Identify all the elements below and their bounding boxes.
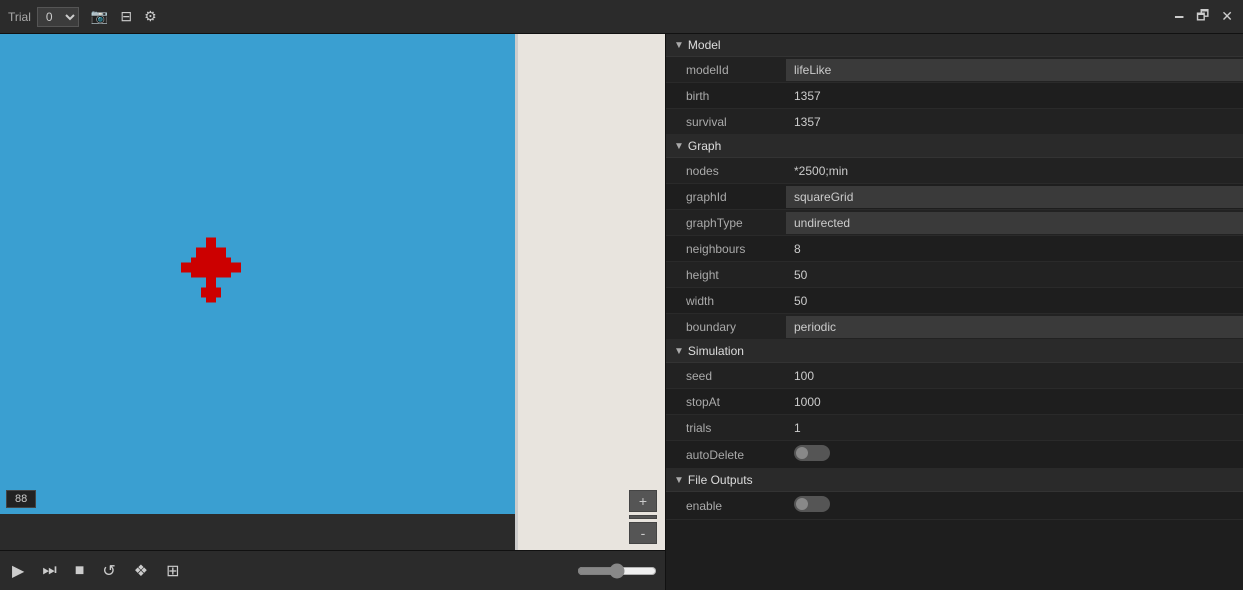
section-simulation-label: Simulation	[688, 344, 744, 358]
prop-label-boundary: boundary	[666, 316, 786, 338]
window-controls: 🗕 🗗 ✕	[1172, 3, 1235, 31]
left-panel: 88 + - ▶ ⏭ ■ ↺ ❖ ⊞	[0, 34, 665, 590]
trial-label: Trial	[8, 10, 31, 24]
prop-value-graphId[interactable]: squareGrid	[786, 186, 1243, 208]
top-bar: Trial 0 📷 ⊟ ⚙ 🗕 🗗 ✕	[0, 0, 1243, 34]
prop-value-height[interactable]: 50	[786, 264, 1243, 286]
prop-label-birth: birth	[666, 85, 786, 107]
prop-enable: enable	[666, 492, 1243, 520]
frame-counter: 88	[6, 490, 36, 508]
speed-slider-container	[577, 563, 657, 579]
speed-slider[interactable]	[577, 563, 657, 579]
main-content: 88 + - ▶ ⏭ ■ ↺ ❖ ⊞	[0, 34, 1243, 590]
right-panel: ▼ Model modelId lifeLike birth 1357 surv…	[665, 34, 1243, 590]
prop-trials: trials 1	[666, 415, 1243, 441]
zoom-separator	[629, 515, 657, 519]
prop-height: height 50	[666, 262, 1243, 288]
prop-label-autoDelete: autoDelete	[666, 444, 786, 466]
maximize-icon[interactable]: 🗗	[1194, 3, 1211, 31]
prop-value-stopAt[interactable]: 1000	[786, 391, 1243, 413]
prop-label-neighbours: neighbours	[666, 238, 786, 260]
prop-value-nodes[interactable]: *2500;min	[786, 160, 1243, 182]
prop-neighbours: neighbours 8	[666, 236, 1243, 262]
prop-value-modelId[interactable]: lifeLike	[786, 59, 1243, 81]
prop-modelId: modelId lifeLike	[666, 57, 1243, 83]
section-model-header[interactable]: ▼ Model	[666, 34, 1243, 57]
section-graph-header[interactable]: ▼ Graph	[666, 135, 1243, 158]
prop-label-survival: survival	[666, 111, 786, 133]
auto-delete-toggle[interactable]	[794, 445, 830, 461]
section-model-label: Model	[688, 38, 721, 52]
prop-autoDelete: autoDelete	[666, 441, 1243, 469]
prop-value-survival[interactable]: 1357	[786, 111, 1243, 133]
prop-label-stopAt: stopAt	[666, 391, 786, 413]
zoom-out-button[interactable]: -	[629, 522, 657, 544]
prop-label-width: width	[666, 290, 786, 312]
prop-value-width[interactable]: 50	[786, 290, 1243, 312]
grid-button[interactable]: ❖	[130, 559, 152, 583]
prop-value-neighbours[interactable]: 8	[786, 238, 1243, 260]
prop-value-boundary[interactable]: periodic	[786, 316, 1243, 338]
prop-label-seed: seed	[666, 365, 786, 387]
top-bar-icons: 📷 ⊟ ⚙	[89, 6, 159, 27]
prop-label-enable: enable	[666, 495, 786, 517]
prop-graphType: graphType undirected	[666, 210, 1243, 236]
divider-handle[interactable]	[515, 34, 518, 550]
reset-button[interactable]: ↺	[98, 559, 119, 583]
prop-graphId: graphId squareGrid	[666, 184, 1243, 210]
prop-value-graphType[interactable]: undirected	[786, 212, 1243, 234]
prop-boundary: boundary periodic	[666, 314, 1243, 340]
minimize-icon[interactable]: 🗕	[1172, 3, 1186, 31]
camera-icon[interactable]: 📷	[89, 6, 110, 27]
table-icon[interactable]: ⊟	[118, 6, 134, 27]
prop-width: width 50	[666, 288, 1243, 314]
prop-label-nodes: nodes	[666, 160, 786, 182]
prop-label-graphId: graphId	[666, 186, 786, 208]
table-button[interactable]: ⊞	[162, 559, 183, 583]
prop-value-seed[interactable]: 100	[786, 365, 1243, 387]
pixel-shape-svg	[176, 233, 256, 313]
canvas-area: 88 + -	[0, 34, 665, 550]
bottom-bar: ▶ ⏭ ■ ↺ ❖ ⊞	[0, 550, 665, 590]
prop-stopAt: stopAt 1000	[666, 389, 1243, 415]
pixel-art-shape	[176, 233, 256, 316]
prop-label-height: height	[666, 264, 786, 286]
section-simulation-header[interactable]: ▼ Simulation	[666, 340, 1243, 363]
section-fileoutputs-label: File Outputs	[688, 473, 753, 487]
model-arrow-icon: ▼	[674, 40, 684, 51]
prop-nodes: nodes *2500;min	[666, 158, 1243, 184]
zoom-in-button[interactable]: +	[629, 490, 657, 512]
gear-icon[interactable]: ⚙	[142, 6, 159, 27]
trial-select[interactable]: 0	[37, 7, 79, 27]
section-graph-label: Graph	[688, 139, 721, 153]
stop-button[interactable]: ■	[71, 560, 89, 582]
prop-value-trials[interactable]: 1	[786, 417, 1243, 439]
prop-label-modelId: modelId	[666, 59, 786, 81]
prop-value-birth[interactable]: 1357	[786, 85, 1243, 107]
sim-canvas[interactable]: 88	[0, 34, 515, 514]
prop-label-trials: trials	[666, 417, 786, 439]
simulation-arrow-icon: ▼	[674, 346, 684, 357]
step-forward-button[interactable]: ⏭	[38, 560, 60, 582]
play-button[interactable]: ▶	[8, 559, 28, 583]
enable-toggle[interactable]	[794, 496, 830, 512]
fileoutputs-arrow-icon: ▼	[674, 475, 684, 486]
prop-survival: survival 1357	[666, 109, 1243, 135]
close-icon[interactable]: ✕	[1219, 6, 1235, 27]
canvas-sidebar: + -	[515, 34, 665, 550]
section-fileoutputs-header[interactable]: ▼ File Outputs	[666, 469, 1243, 492]
prop-value-autoDelete[interactable]	[786, 441, 1243, 468]
graph-arrow-icon: ▼	[674, 141, 684, 152]
prop-birth: birth 1357	[666, 83, 1243, 109]
prop-seed: seed 100	[666, 363, 1243, 389]
prop-value-enable[interactable]	[786, 492, 1243, 519]
prop-label-graphType: graphType	[666, 212, 786, 234]
